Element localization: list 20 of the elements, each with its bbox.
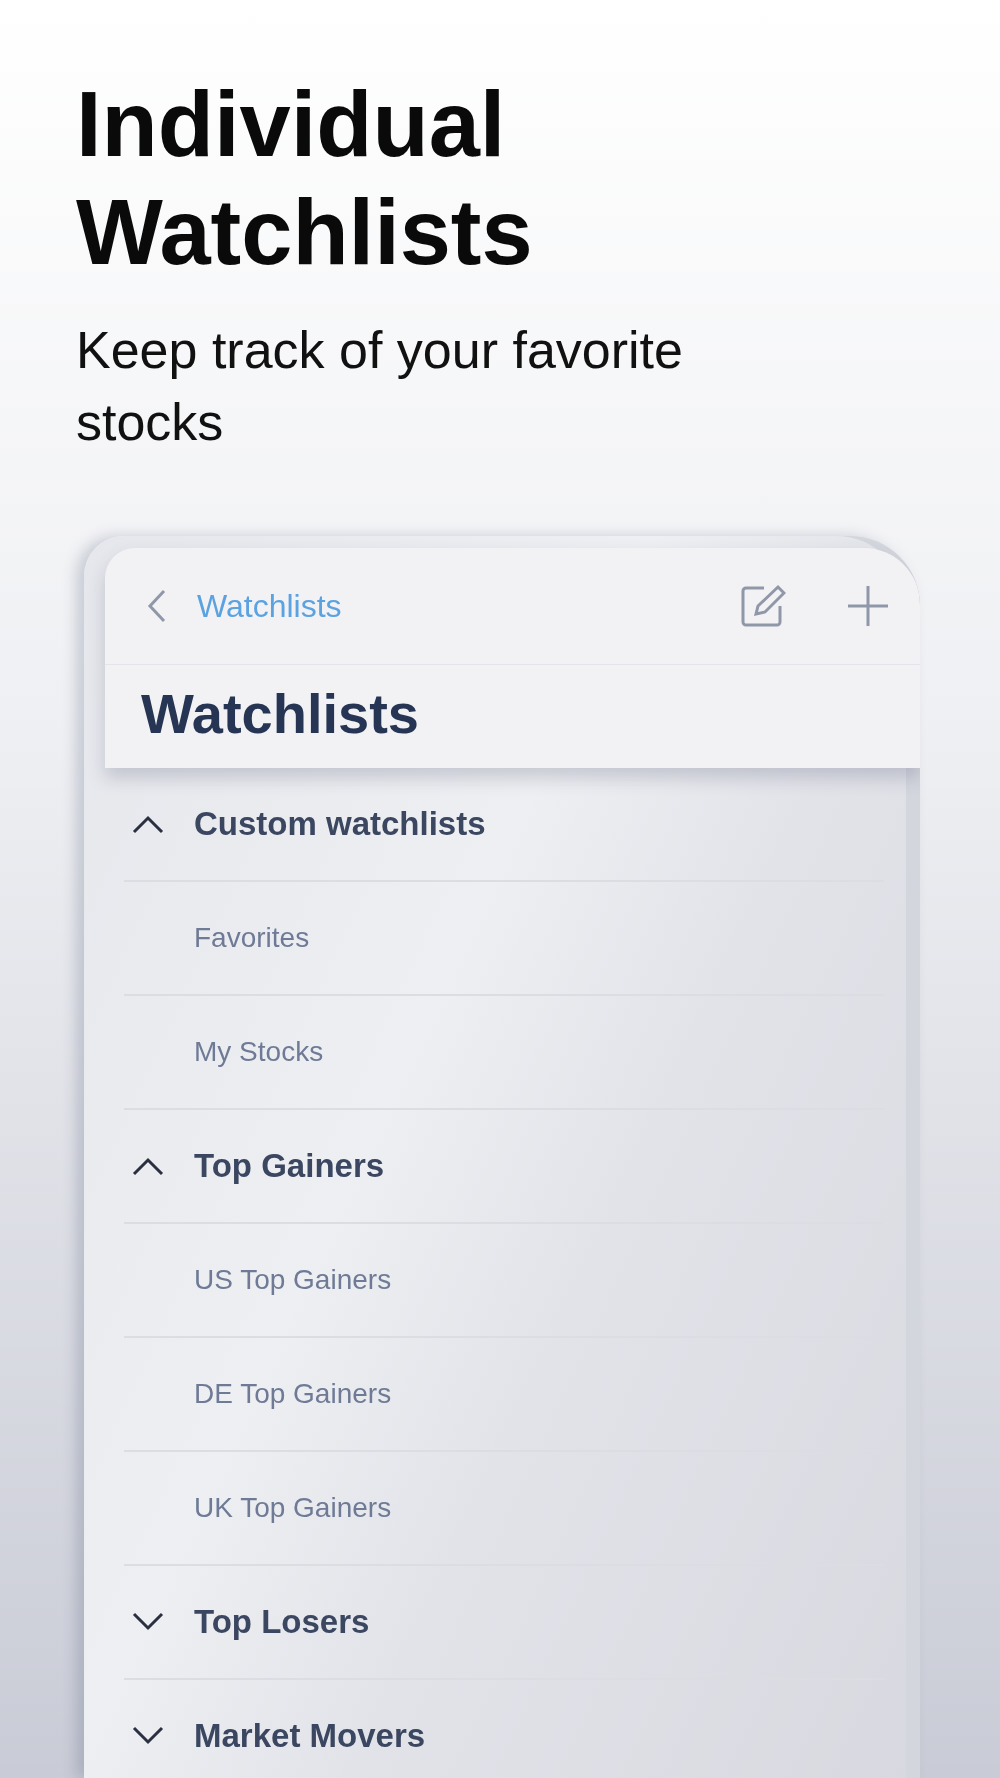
- watchlist-item[interactable]: DE Top Gainers: [124, 1338, 884, 1452]
- back-link[interactable]: Watchlists: [197, 587, 710, 625]
- chevron-up-icon[interactable]: [132, 814, 164, 834]
- group-header[interactable]: Custom watchlists: [124, 768, 884, 882]
- subtitle: Keep track of your favorite stocks: [76, 320, 684, 453]
- group-header[interactable]: Top Gainers: [124, 1110, 884, 1224]
- add-icon[interactable]: [846, 584, 890, 628]
- watchlist-item[interactable]: Favorites: [124, 882, 884, 996]
- back-icon[interactable]: [147, 589, 167, 623]
- watchlist-item[interactable]: UK Top Gainers: [124, 1452, 884, 1566]
- watchlist-item[interactable]: My Stocks: [124, 996, 884, 1110]
- headline: Individual Watchlists: [76, 72, 534, 285]
- group-header[interactable]: Top Losers: [124, 1566, 884, 1680]
- screen-title: Watchlists: [140, 681, 420, 747]
- edit-icon[interactable]: [740, 584, 786, 628]
- watchlist-item[interactable]: US Top Gainers: [124, 1224, 884, 1338]
- chevron-up-icon[interactable]: [132, 1156, 164, 1176]
- chevron-down-icon[interactable]: [132, 1726, 164, 1746]
- group-header[interactable]: Market Movers: [124, 1680, 884, 1778]
- chevron-down-icon[interactable]: [132, 1612, 164, 1632]
